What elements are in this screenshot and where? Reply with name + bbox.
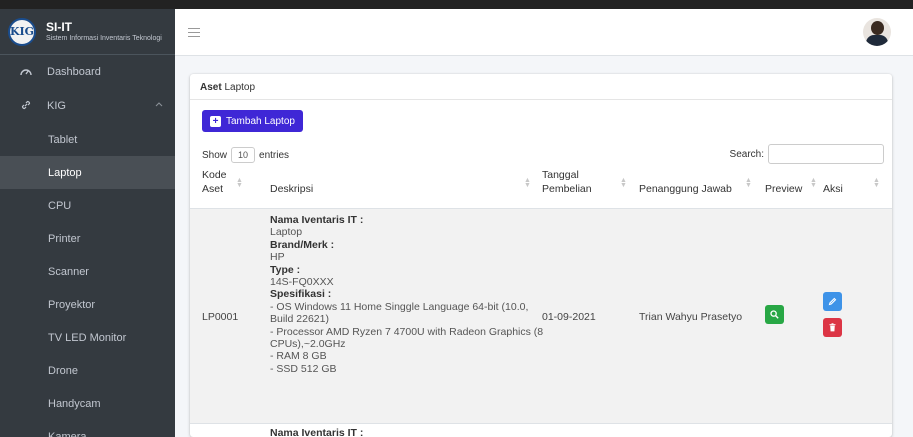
kig-logo-icon: KIG <box>8 17 36 46</box>
sidebar-item-label: Tablet <box>48 133 78 146</box>
breadcrumb-section: Aset <box>200 82 222 93</box>
sidebar-item-proyektor[interactable]: Proyektor <box>0 288 175 321</box>
col-header-deskripsi[interactable]: Deskripsi <box>270 182 313 196</box>
sidebar-group-label: KIG <box>47 100 66 112</box>
sort-icon: ▲ ▼ <box>873 177 880 189</box>
brand-title: SI-IT <box>46 19 72 34</box>
sidebar-item-label: Kamera <box>48 430 87 437</box>
add-laptop-button[interactable]: + Tambah Laptop <box>202 110 303 132</box>
search-control: Search: <box>730 144 884 164</box>
sort-icon: ▲ ▼ <box>810 177 817 189</box>
sidebar-item-label: Dashboard <box>47 66 101 78</box>
laptop-asset-card: Aset Laptop + Tambah Laptop Show 10 entr… <box>190 74 892 437</box>
topbar <box>175 9 913 56</box>
sidebar-item-label: Scanner <box>48 265 89 278</box>
sidebar-item-cpu[interactable]: CPU <box>0 189 175 222</box>
sidebar: KIG SI-IT Sistem Informasi Inventaris Te… <box>0 9 175 437</box>
brand-subtitle: Sistem Informasi Inventaris Teknologi <box>46 34 162 42</box>
sidebar-item-kamera[interactable]: Kamera <box>0 420 175 437</box>
chevron-up-icon <box>155 99 163 109</box>
breadcrumb-page: Laptop <box>224 82 256 93</box>
sort-icon: ▲ ▼ <box>236 177 243 189</box>
delete-button[interactable] <box>823 318 842 337</box>
preview-button[interactable] <box>765 305 784 324</box>
cell-deskripsi: Nama Iventaris IT : Laptop Brand/Merk : … <box>270 214 544 375</box>
sidebar-item-drone[interactable]: Drone <box>0 354 175 387</box>
window-top-border <box>0 0 913 9</box>
sidebar-group-kig[interactable]: KIG <box>0 89 175 123</box>
col-header-aksi[interactable]: Aksi <box>823 182 843 196</box>
sidebar-item-tv-led-monitor[interactable]: TV LED Monitor <box>0 321 175 354</box>
entries-label: entries <box>259 149 290 161</box>
sidebar-item-printer[interactable]: Printer <box>0 222 175 255</box>
sort-icon: ▲ ▼ <box>620 177 627 189</box>
sidebar-item-tablet[interactable]: Tablet <box>0 123 175 156</box>
col-header-tanggal-pembelian[interactable]: Tanggal Pembelian <box>542 168 592 196</box>
user-avatar[interactable] <box>863 18 891 46</box>
cell-tanggal-pembelian: 01-09-2021 <box>542 311 596 323</box>
breadcrumb: Aset Laptop <box>190 74 892 100</box>
add-laptop-label: Tambah Laptop <box>226 115 295 127</box>
table-row-2-deskripsi: Nama Iventaris IT : <box>270 427 364 437</box>
sidebar-item-dashboard[interactable]: Dashboard <box>0 55 175 89</box>
plus-square-icon: + <box>210 115 221 127</box>
hamburger-menu-icon[interactable] <box>188 24 200 40</box>
sidebar-item-label: Printer <box>48 232 81 245</box>
sort-icon: ▲ ▼ <box>524 177 531 189</box>
search-label: Search: <box>729 148 764 160</box>
col-header-preview[interactable]: Preview <box>765 182 802 196</box>
sort-icon: ▲ ▼ <box>745 177 752 189</box>
sidebar-item-laptop[interactable]: Laptop <box>0 156 175 189</box>
sidebar-item-label: Drone <box>48 364 78 377</box>
cell-kode-aset: LP0001 <box>202 311 239 323</box>
edit-button[interactable] <box>823 292 842 311</box>
show-label: Show <box>202 149 228 161</box>
sidebar-item-label: Laptop <box>48 166 82 179</box>
dashboard-gauge-icon <box>16 65 36 79</box>
cell-penanggung-jawab: Trian Wahyu Prasetyo <box>639 311 743 323</box>
sidebar-item-scanner[interactable]: Scanner <box>0 255 175 288</box>
sidebar-item-label: Proyektor <box>48 298 96 311</box>
trash-icon <box>829 323 836 332</box>
entries-select[interactable]: 10 <box>231 147 256 163</box>
sidebar-item-label: CPU <box>48 199 72 212</box>
sidebar-item-handycam[interactable]: Handycam <box>0 387 175 420</box>
table-row: LP0001 Nama Iventaris IT : Laptop Brand/… <box>190 209 892 423</box>
entries-control: Show 10 entries <box>202 147 289 163</box>
pencil-icon <box>828 297 837 306</box>
sidebar-item-label: TV LED Monitor <box>48 331 127 344</box>
sidebar-item-label: Handycam <box>48 397 101 410</box>
col-header-kode-aset[interactable]: Kode Aset <box>202 168 227 196</box>
link-icon <box>16 99 36 114</box>
col-header-penanggung-jawab[interactable]: Penanggung Jawab <box>639 182 732 196</box>
table-row-divider <box>190 423 892 424</box>
search-input[interactable] <box>768 144 884 164</box>
brand[interactable]: KIG SI-IT Sistem Informasi Inventaris Te… <box>0 9 175 55</box>
search-icon <box>770 310 779 319</box>
